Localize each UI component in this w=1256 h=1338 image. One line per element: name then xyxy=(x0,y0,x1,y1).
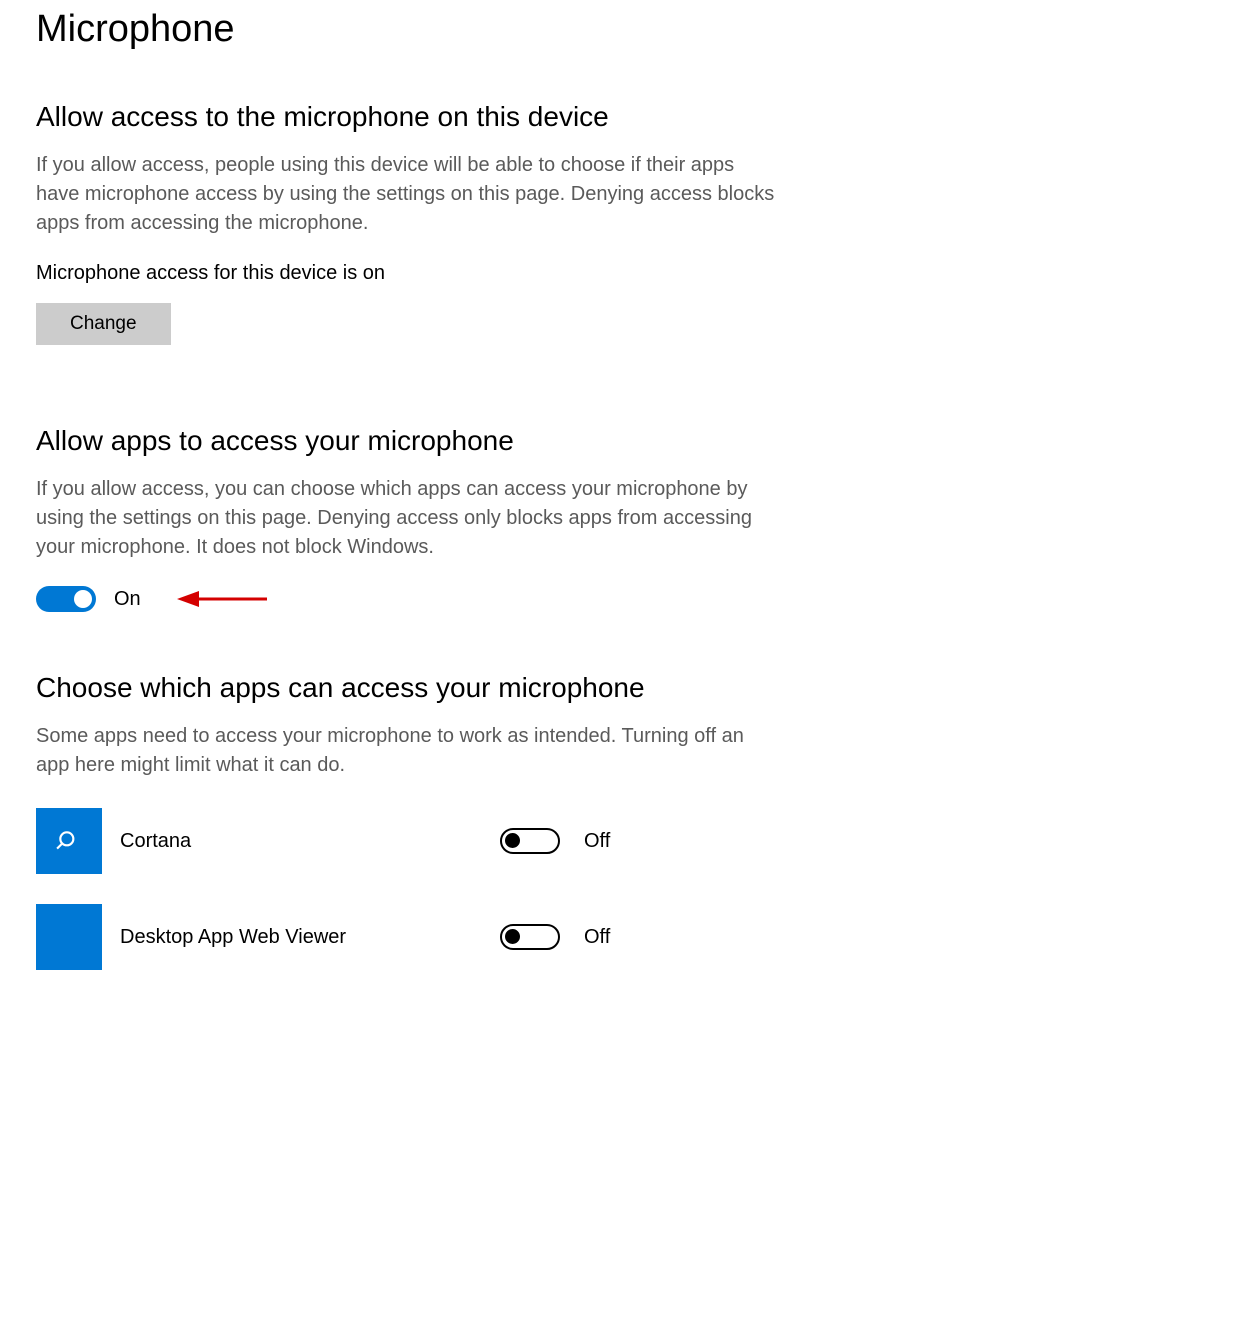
app-name-label: Desktop App Web Viewer xyxy=(120,926,500,949)
desktop-web-viewer-toggle[interactable] xyxy=(500,924,560,950)
app-list: Cortana Off Desktop App Web Viewer Off xyxy=(36,808,864,970)
device-access-status: Microphone access for this device is on xyxy=(36,262,864,285)
cortana-icon xyxy=(36,808,102,874)
apps-access-toggle[interactable] xyxy=(36,586,96,612)
page-title: Microphone xyxy=(36,8,864,51)
change-button[interactable]: Change xyxy=(36,303,171,345)
desktop-web-viewer-icon xyxy=(36,904,102,970)
apps-access-toggle-label: On xyxy=(114,588,141,611)
section-choose-apps: Choose which apps can access your microp… xyxy=(36,672,864,970)
cortana-toggle[interactable] xyxy=(500,828,560,854)
app-name-label: Cortana xyxy=(120,830,500,853)
body-device-access: If you allow access, people using this d… xyxy=(36,151,776,238)
heading-device-access: Allow access to the microphone on this d… xyxy=(36,101,864,133)
heading-apps-access: Allow apps to access your microphone xyxy=(36,425,864,457)
section-apps-access: Allow apps to access your microphone If … xyxy=(36,425,864,612)
heading-choose-apps: Choose which apps can access your microp… xyxy=(36,672,864,704)
app-row-cortana: Cortana Off xyxy=(36,808,864,874)
annotation-arrow-icon xyxy=(177,587,267,611)
cortana-toggle-label: Off xyxy=(584,830,610,853)
body-choose-apps: Some apps need to access your microphone… xyxy=(36,722,776,780)
app-row-desktop-web-viewer: Desktop App Web Viewer Off xyxy=(36,904,864,970)
desktop-web-viewer-toggle-label: Off xyxy=(584,926,610,949)
section-device-access: Allow access to the microphone on this d… xyxy=(36,101,864,345)
body-apps-access: If you allow access, you can choose whic… xyxy=(36,475,776,562)
